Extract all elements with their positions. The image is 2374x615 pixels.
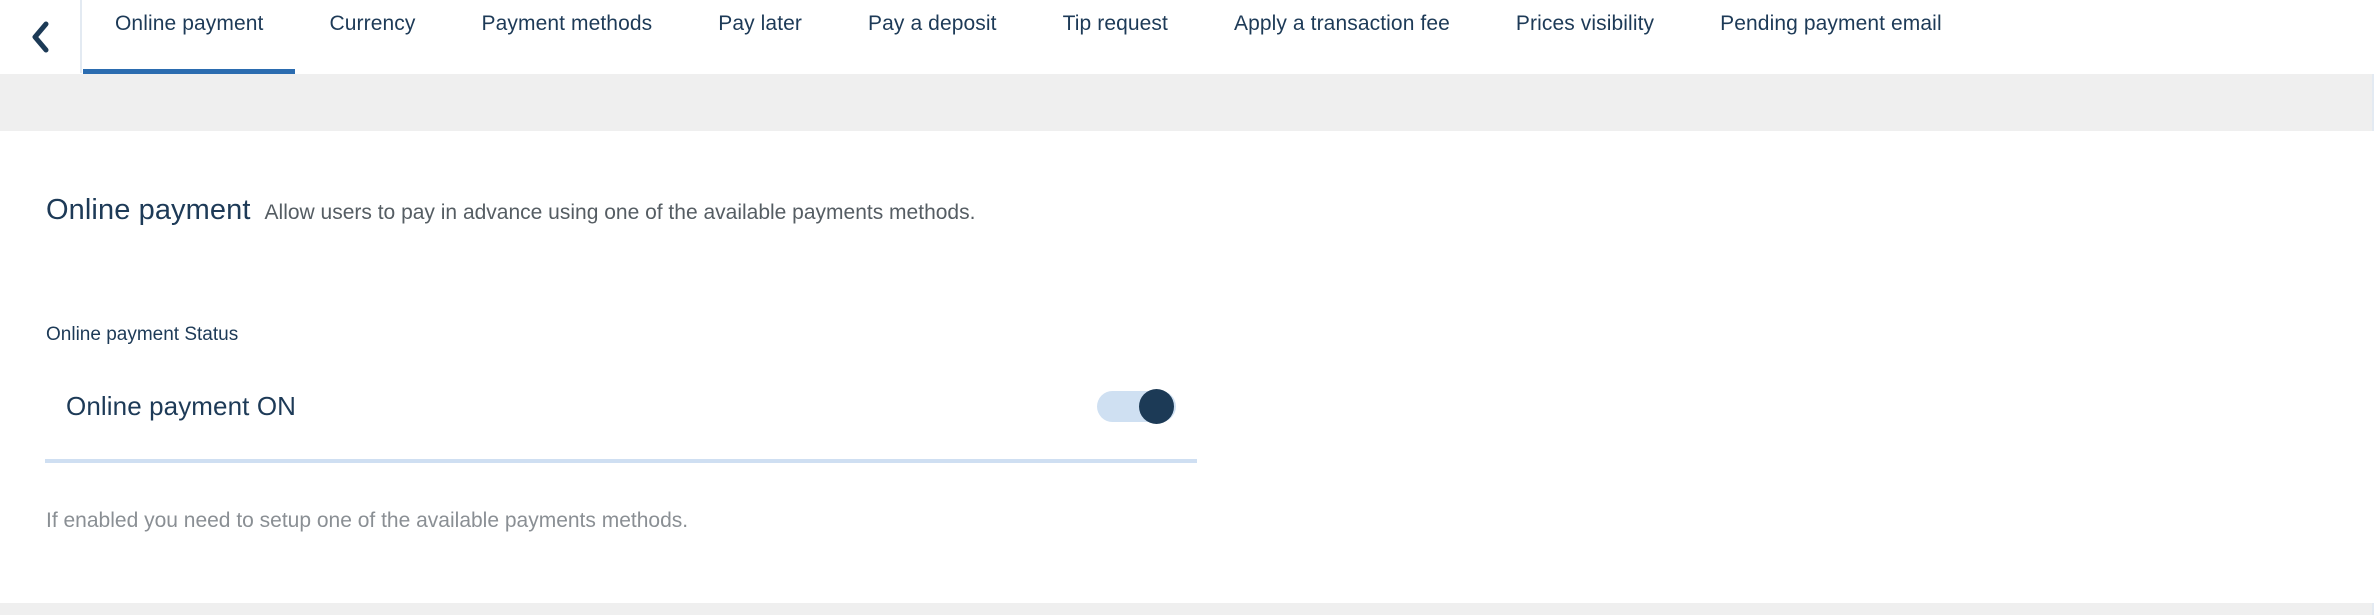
online-payment-toggle-label: Online payment ON: [66, 391, 297, 421]
back-button[interactable]: [0, 0, 82, 73]
tab-list: Online payment Currency Payment methods …: [82, 0, 2374, 74]
tab-label: Pay a deposit: [868, 12, 997, 35]
settings-page: Online payment Currency Payment methods …: [0, 0, 2374, 615]
tab-pay-later[interactable]: Pay later: [685, 0, 835, 74]
section-separator-band: [0, 74, 2372, 131]
chevron-left-icon: [30, 21, 50, 53]
tab-label: Apply a transaction fee: [1233, 12, 1450, 35]
tab-label: Pay later: [718, 12, 803, 35]
page-description: Allow users to pay in advance using one …: [264, 201, 976, 224]
row-divider: [45, 459, 1197, 463]
online-payment-toggle[interactable]: [1097, 388, 1176, 424]
tab-pending-payment-email[interactable]: Pending payment email: [1687, 0, 1975, 74]
status-section-label: Online payment Status: [46, 324, 239, 345]
tab-apply-a-transaction-fee[interactable]: Apply a transaction fee: [1201, 0, 1483, 74]
tab-pay-a-deposit[interactable]: Pay a deposit: [835, 0, 1030, 74]
tab-label: Pending payment email: [1720, 12, 1942, 35]
content-panel: Online payment Allow users to pay in adv…: [0, 131, 2374, 603]
tab-label: Tip request: [1062, 12, 1168, 35]
tab-currency[interactable]: Currency: [296, 0, 448, 74]
tab-label: Currency: [329, 12, 416, 35]
tab-label: Prices visibility: [1515, 12, 1655, 35]
tab-label: Payment methods: [481, 12, 653, 35]
toggle-knob: [1139, 388, 1174, 424]
tab-tip-request[interactable]: Tip request: [1030, 0, 1201, 74]
tab-prices-visibility[interactable]: Prices visibility: [1483, 0, 1687, 74]
online-payment-toggle-row: Online payment ON: [66, 384, 1176, 428]
tab-bar: Online payment Currency Payment methods …: [0, 0, 2374, 74]
tab-payment-methods[interactable]: Payment methods: [448, 0, 685, 74]
tab-label: Online payment: [115, 12, 264, 35]
tab-online-payment[interactable]: Online payment: [82, 0, 296, 74]
setup-hint-text: If enabled you need to setup one of the …: [46, 509, 689, 532]
page-header: Online payment Allow users to pay in adv…: [46, 193, 975, 227]
page-title: Online payment: [46, 194, 251, 226]
bottom-separator-band: [0, 603, 2372, 615]
